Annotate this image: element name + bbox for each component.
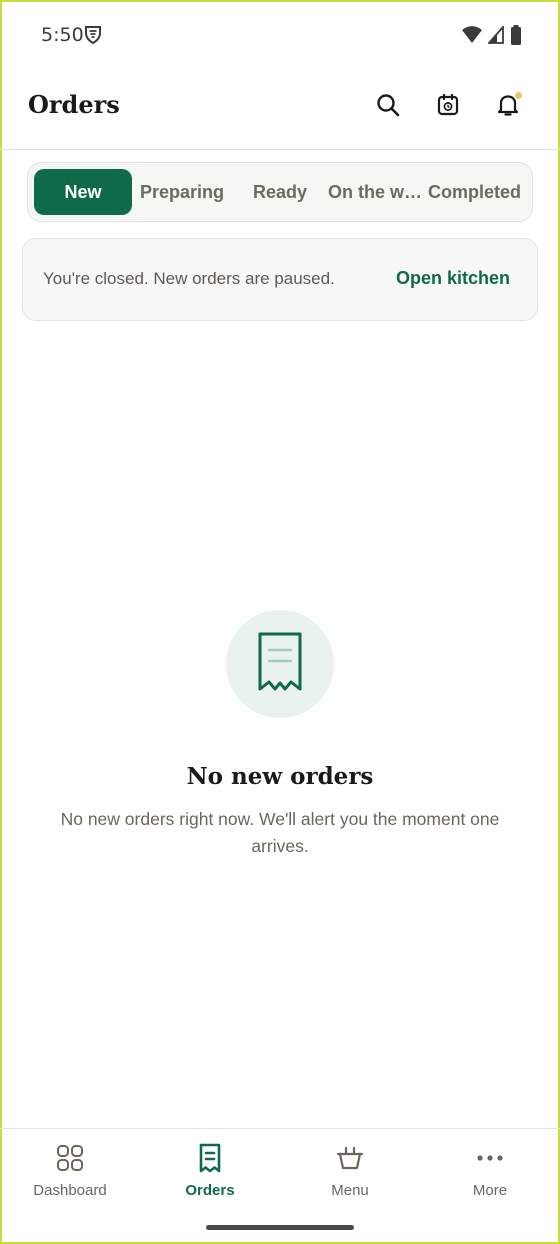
empty-state-title: No new orders — [186, 763, 374, 790]
page-title: Orders — [28, 90, 120, 119]
tab-preparing[interactable]: Preparing — [134, 169, 230, 215]
orders-icon — [195, 1143, 225, 1173]
tab-completed[interactable]: Completed — [428, 169, 528, 215]
more-icon — [475, 1143, 505, 1173]
calendar-icon — [436, 93, 460, 122]
nav-orders-label: Orders — [185, 1182, 235, 1199]
notifications-button[interactable] — [491, 90, 525, 124]
notification-dot — [515, 92, 522, 99]
empty-state-description: No new orders right now. We'll alert you… — [60, 809, 500, 856]
cell-signal-icon — [487, 24, 504, 49]
nav-dashboard-label: Dashboard — [33, 1182, 107, 1199]
home-indicator[interactable] — [206, 1225, 354, 1230]
nav-menu-label: Menu — [331, 1182, 369, 1199]
nav-menu[interactable]: Menu — [290, 1143, 410, 1199]
search-icon — [376, 93, 400, 122]
status-time: 5:50 — [41, 24, 84, 46]
tab-ready[interactable]: Ready — [242, 169, 318, 215]
empty-state-illustration — [226, 610, 334, 718]
menu-basket-icon — [335, 1143, 365, 1173]
vpn-shield-icon — [84, 25, 102, 50]
status-bar: 5:50 — [0, 0, 560, 70]
schedule-button[interactable] — [431, 90, 465, 124]
tab-new[interactable]: New — [34, 169, 132, 215]
order-status-tabs: New Preparing Ready On the w… Completed — [27, 162, 533, 222]
nav-more-label: More — [472, 1182, 508, 1199]
wifi-icon — [462, 26, 482, 49]
open-kitchen-button[interactable]: Open kitchen — [396, 268, 510, 289]
banner-message: You're closed. New orders are paused. — [43, 269, 335, 288]
nav-dashboard[interactable]: Dashboard — [10, 1143, 130, 1199]
app-header: Orders — [0, 70, 560, 150]
battery-icon — [510, 25, 522, 50]
search-button[interactable] — [371, 90, 405, 124]
tab-on-the-way[interactable]: On the w… — [328, 169, 426, 215]
status-icons — [462, 24, 522, 50]
dashboard-icon — [55, 1143, 85, 1173]
kitchen-closed-banner: You're closed. New orders are paused. Op… — [22, 238, 538, 321]
receipt-icon — [257, 631, 303, 698]
nav-more[interactable]: More — [430, 1143, 550, 1199]
nav-orders[interactable]: Orders — [150, 1143, 270, 1199]
